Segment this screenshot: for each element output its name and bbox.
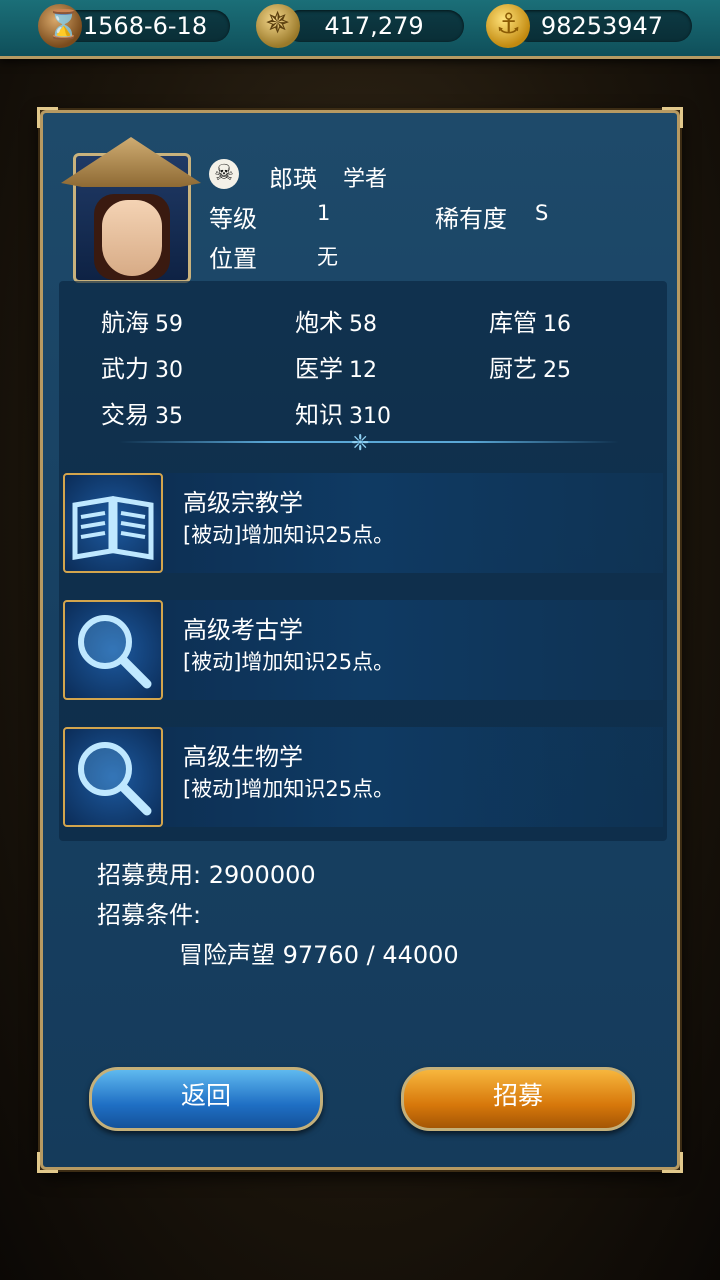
recruit-cost: 招募费用: 2900000 bbox=[97, 855, 316, 890]
divider-ornament-icon: ❈ bbox=[351, 431, 370, 456]
magnifier-icon bbox=[63, 727, 163, 827]
skill-item[interactable]: 高级生物学 [被动]增加知识25点。 bbox=[63, 727, 663, 827]
gold-value: 98253947 bbox=[540, 12, 664, 40]
corner-ornament bbox=[37, 1152, 58, 1173]
character-name: 郎瑛 bbox=[269, 165, 317, 193]
stat-trade: 交易 35 bbox=[101, 401, 183, 429]
corner-ornament bbox=[662, 1152, 683, 1173]
gold-display: 98253947 bbox=[512, 10, 692, 42]
skull-icon: ☠ bbox=[209, 159, 239, 189]
skill-name: 高级生物学 bbox=[183, 743, 303, 771]
stat-combat: 武力 30 bbox=[101, 355, 183, 383]
compass-value: 417,279 bbox=[324, 12, 424, 40]
recruit-button[interactable]: 招募 bbox=[401, 1067, 635, 1131]
hourglass-icon bbox=[38, 4, 82, 48]
skill-item[interactable]: 高级考古学 [被动]增加知识25点。 bbox=[63, 600, 663, 700]
stat-gunnery: 炮术 58 bbox=[295, 309, 377, 337]
recruit-condition-value: 冒险声望 97760 / 44000 bbox=[179, 941, 459, 969]
recruit-cost-label: 招募费用: bbox=[97, 861, 202, 889]
rarity-value: S bbox=[535, 201, 549, 225]
stat-storage: 库管 16 bbox=[489, 309, 571, 337]
skill-description: [被动]增加知识25点。 bbox=[183, 777, 395, 801]
skill-description: [被动]增加知识25点。 bbox=[183, 523, 395, 547]
back-button[interactable]: 返回 bbox=[89, 1067, 323, 1131]
recruit-cost-value: 2900000 bbox=[208, 861, 316, 889]
corner-ornament bbox=[37, 107, 58, 128]
portrait-face bbox=[102, 200, 162, 276]
compass-icon bbox=[256, 4, 300, 48]
compass-display: 417,279 bbox=[284, 10, 464, 42]
date-value: 1568-6-18 bbox=[82, 12, 208, 40]
recruit-condition-label: 招募条件: bbox=[97, 901, 202, 929]
stat-cooking: 厨艺 25 bbox=[489, 355, 571, 383]
skill-name: 高级宗教学 bbox=[183, 489, 303, 517]
stat-navigation: 航海 59 bbox=[101, 309, 183, 337]
skill-item[interactable]: 高级宗教学 [被动]增加知识25点。 bbox=[63, 473, 663, 573]
stats-box: 航海 59 炮术 58 库管 16 武力 30 医学 12 厨艺 25 交易 35 知识 310… bbox=[59, 281, 667, 841]
magnifier-icon bbox=[63, 600, 163, 700]
book-icon bbox=[63, 473, 163, 573]
stat-medicine: 医学 12 bbox=[295, 355, 377, 383]
position-label: 位置 bbox=[209, 245, 257, 273]
recruit-panel: ☠ 郎瑛 学者 等级 1 稀有度 S 位置 无 航海 59 炮术 58 库管 16 武… bbox=[37, 107, 683, 1173]
date-display: 1568-6-18 bbox=[60, 10, 230, 42]
corner-ornament bbox=[662, 107, 683, 128]
rarity-label: 稀有度 bbox=[435, 205, 507, 233]
level-label: 等级 bbox=[209, 205, 257, 233]
skill-description: [被动]增加知识25点。 bbox=[183, 650, 395, 674]
resource-bar: 1568-6-18 417,279 98253947 bbox=[0, 0, 720, 59]
character-class: 学者 bbox=[343, 167, 388, 192]
skill-name: 高级考古学 bbox=[183, 616, 303, 644]
level-value: 1 bbox=[317, 201, 331, 225]
stat-knowledge: 知识 310 bbox=[295, 401, 391, 429]
position-value: 无 bbox=[317, 245, 338, 269]
gold-coin-icon bbox=[486, 4, 530, 48]
